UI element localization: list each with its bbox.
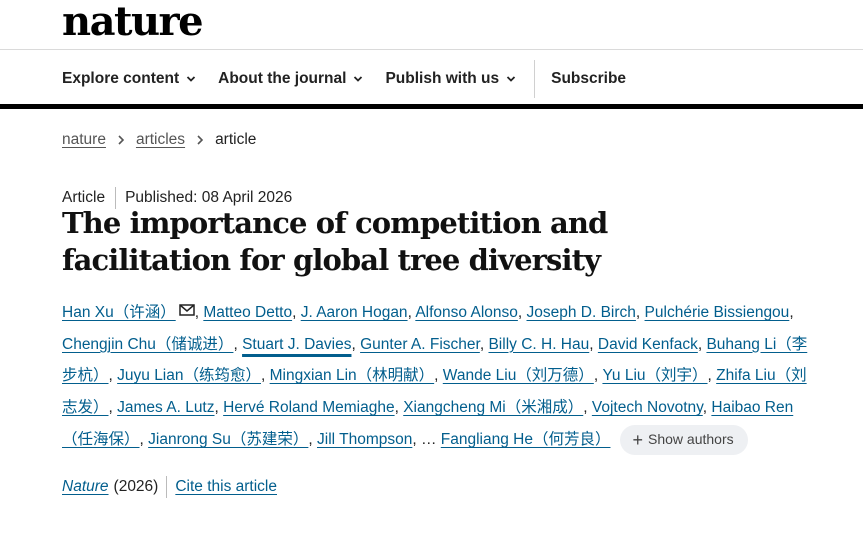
nav-explore-content-label: Explore content bbox=[62, 70, 180, 87]
breadcrumb: nature articles article bbox=[62, 131, 256, 149]
author-link[interactable]: Han Xu（许涵） bbox=[62, 304, 176, 321]
author-link[interactable]: Billy C. H. Hau bbox=[488, 336, 589, 353]
cite-divider bbox=[166, 476, 168, 498]
citation-line: Nature (2026) Cite this article bbox=[62, 476, 277, 498]
breadcrumb-current: article bbox=[215, 131, 257, 148]
author-link[interactable]: Xiangcheng Mi（米湘成） bbox=[403, 399, 583, 416]
author-link[interactable]: Yu Liu（刘宇） bbox=[602, 367, 707, 384]
header-divider bbox=[0, 49, 863, 50]
author-link[interactable]: Juyu Lian（练筠愈） bbox=[117, 367, 261, 384]
nav-publish-with-us[interactable]: Publish with us bbox=[385, 70, 516, 88]
author-link[interactable]: J. Aaron Hogan bbox=[301, 304, 408, 321]
author-link[interactable]: Pulchérie Bissiengou bbox=[645, 304, 790, 321]
chevron-down-icon bbox=[506, 76, 516, 82]
author-link[interactable]: Mingxian Lin（林明献） bbox=[270, 367, 435, 384]
author-link[interactable]: Jianrong Su（苏建荣） bbox=[148, 431, 308, 448]
nav-bottom-rule bbox=[0, 104, 863, 109]
author-link[interactable]: Wande Liu（刘万德） bbox=[443, 367, 594, 384]
author-link-selected[interactable]: Stuart J. Davies bbox=[242, 336, 351, 353]
author-link[interactable]: Gunter A. Fischer bbox=[360, 336, 480, 353]
nav-publish-label: Publish with us bbox=[385, 70, 500, 87]
breadcrumb-nature[interactable]: nature bbox=[62, 131, 106, 149]
author-link[interactable]: Chengjin Chu（储诚进） bbox=[62, 336, 233, 353]
nav-explore-content[interactable]: Explore content bbox=[62, 70, 196, 88]
author-link-last[interactable]: Fangliang He（何芳良） bbox=[441, 431, 611, 448]
nav-divider bbox=[534, 60, 536, 98]
author-link[interactable]: Jill Thompson bbox=[317, 431, 412, 448]
author-link[interactable]: Joseph D. Birch bbox=[527, 304, 636, 321]
chevron-down-icon bbox=[354, 76, 363, 82]
breadcrumb-articles[interactable]: articles bbox=[136, 131, 185, 149]
nature-logo[interactable]: nature bbox=[62, 0, 204, 44]
chevron-down-icon bbox=[187, 76, 196, 82]
author-link[interactable]: Vojtech Novotny bbox=[592, 399, 703, 416]
plus-icon: + bbox=[632, 429, 643, 450]
nav-about-journal[interactable]: About the journal bbox=[218, 70, 363, 88]
mail-icon[interactable] bbox=[178, 304, 195, 316]
main-nav: Explore content About the journal Publis… bbox=[62, 58, 648, 100]
author-link[interactable]: Matteo Detto bbox=[203, 304, 292, 321]
chevron-right-icon bbox=[197, 135, 204, 145]
article-page: nature Explore content About the journal… bbox=[0, 0, 863, 533]
cite-this-article-link[interactable]: Cite this article bbox=[175, 478, 277, 496]
show-authors-button[interactable]: + Show authors bbox=[620, 424, 748, 455]
chevron-right-icon bbox=[118, 135, 125, 145]
author-ellipsis: … bbox=[420, 430, 437, 448]
author-link[interactable]: David Kenfack bbox=[598, 336, 698, 353]
show-authors-label: Show authors bbox=[648, 430, 734, 447]
citation-year: (2026) bbox=[113, 478, 159, 495]
nav-about-journal-label: About the journal bbox=[218, 70, 347, 87]
author-link[interactable]: Alfonso Alonso bbox=[415, 304, 518, 321]
author-link[interactable]: Hervé Roland Memiaghe bbox=[223, 399, 394, 416]
author-list: Han Xu（许涵）, Matteo Detto, J. Aaron Hogan… bbox=[62, 297, 812, 456]
journal-link[interactable]: Nature bbox=[62, 478, 109, 496]
nav-subscribe[interactable]: Subscribe bbox=[551, 70, 626, 88]
author-link[interactable]: James A. Lutz bbox=[117, 399, 214, 416]
article-title: The importance of competition and facili… bbox=[62, 206, 608, 277]
